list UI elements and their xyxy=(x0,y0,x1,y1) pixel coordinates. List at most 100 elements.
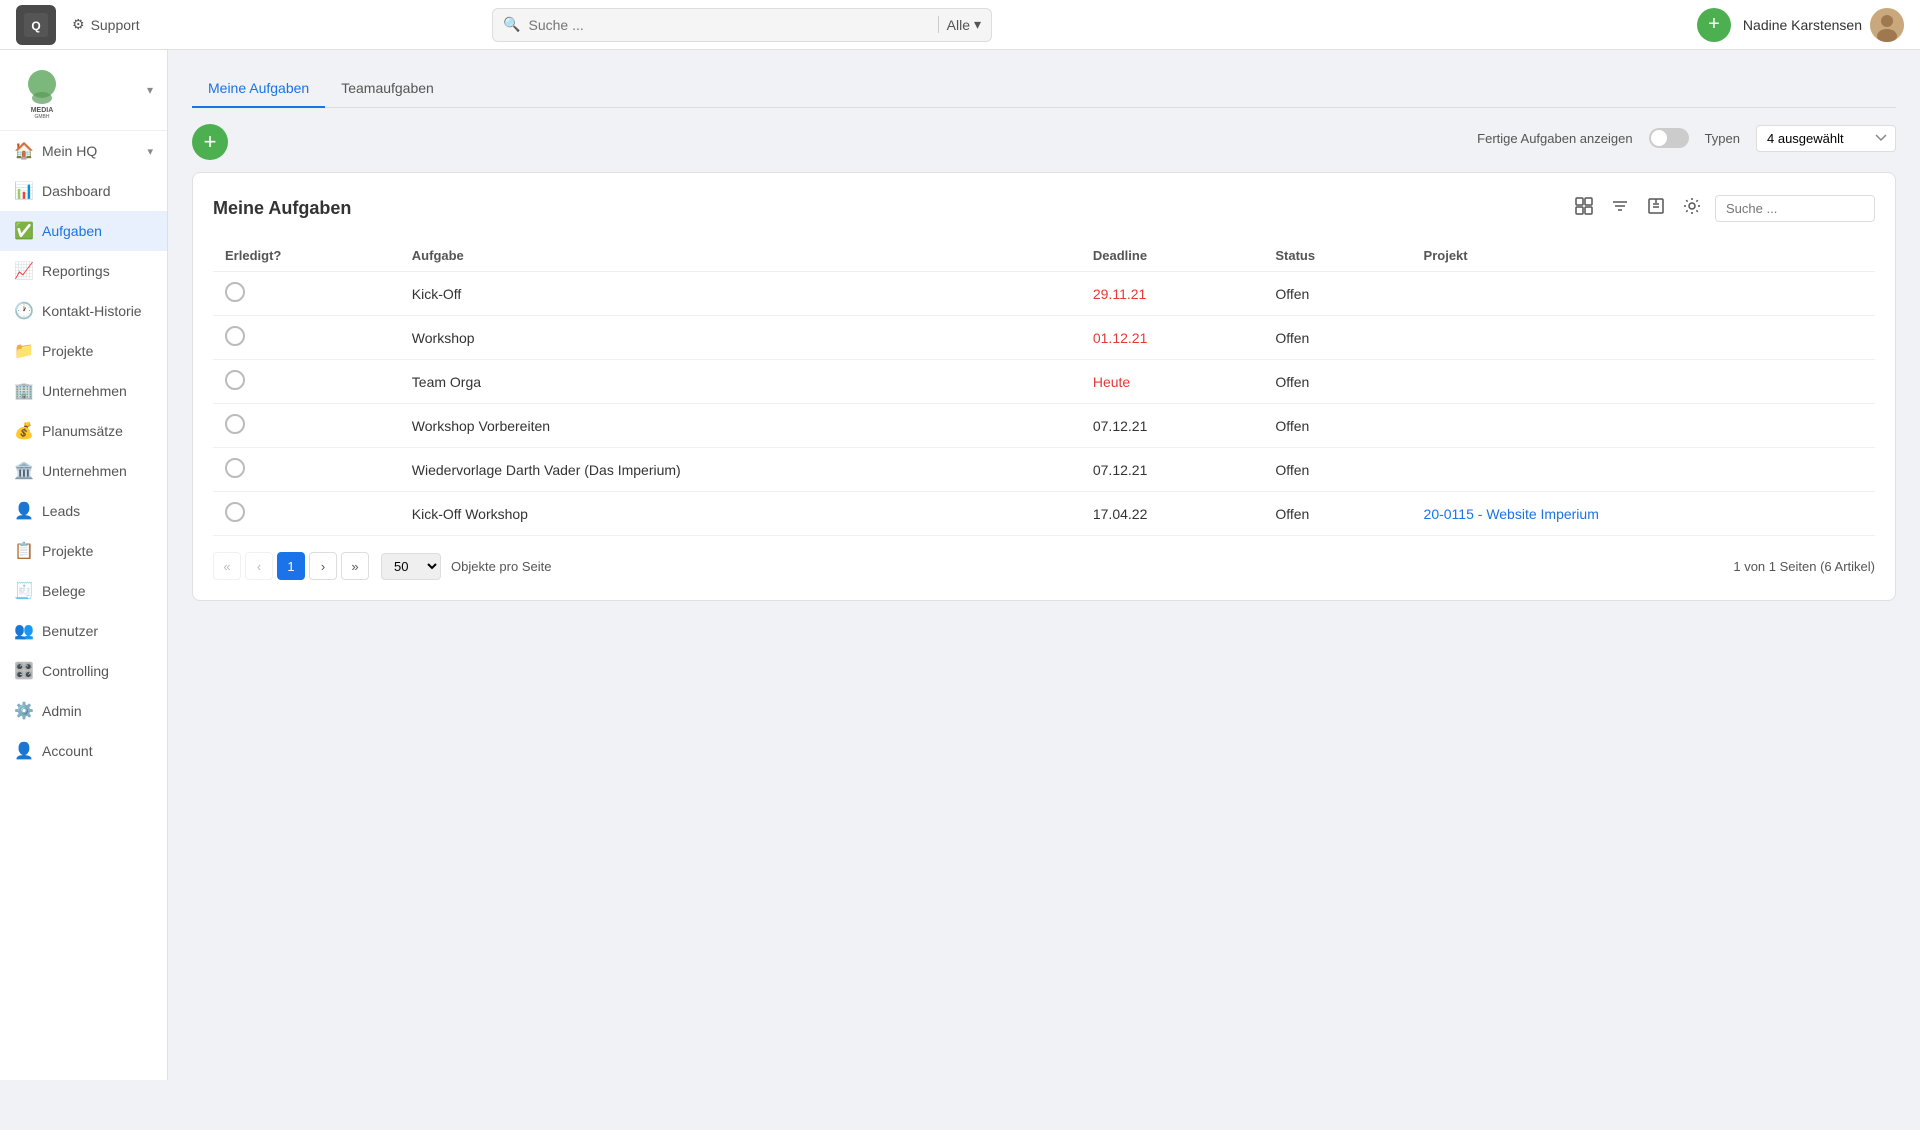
user-info[interactable]: Nadine Karstensen xyxy=(1743,8,1904,42)
next-page-button[interactable]: › xyxy=(309,552,337,580)
task-name: Workshop Vorbereiten xyxy=(400,404,1081,448)
sidebar-item-dashboard[interactable]: 📊 Dashboard xyxy=(0,171,167,211)
sidebar-item-label: Dashboard xyxy=(42,183,111,199)
chevron-down-icon: ▾ xyxy=(974,16,981,33)
app-logo[interactable]: Q xyxy=(16,5,56,45)
task-name: Kick-Off Workshop xyxy=(400,492,1081,536)
toggle-switch[interactable] xyxy=(1649,128,1689,148)
page-size-select[interactable]: 50 10 25 100 xyxy=(381,553,441,580)
search-filter-label: Alle xyxy=(947,17,970,33)
task-project xyxy=(1412,316,1875,360)
task-deadline: 07.12.21 xyxy=(1081,404,1264,448)
filter-button[interactable] xyxy=(1607,193,1633,224)
user-name: Nadine Karstensen xyxy=(1743,17,1862,33)
sidebar-expand-icon[interactable]: ▾ xyxy=(147,83,153,97)
toggle-label: Fertige Aufgaben anzeigen xyxy=(1477,131,1632,146)
admin-icon: ⚙️ xyxy=(14,701,32,721)
tab-meine-aufgaben[interactable]: Meine Aufgaben xyxy=(192,70,325,108)
support-icon: ⚙ xyxy=(72,16,85,33)
sidebar-item-benutzer[interactable]: 👥 Benutzer xyxy=(0,611,167,651)
table-container: Meine Aufgaben xyxy=(192,172,1896,601)
sidebar-item-belege[interactable]: 🧾 Belege xyxy=(0,571,167,611)
sidebar-item-label: Admin xyxy=(42,703,82,719)
sidebar-item-kontakt-historie[interactable]: 🕐 Kontakt-Historie xyxy=(0,291,167,331)
last-page-button[interactable]: » xyxy=(341,552,369,580)
task-project-link[interactable]: 20-0115 - Website Imperium xyxy=(1424,506,1599,522)
global-add-button[interactable]: + xyxy=(1697,8,1731,42)
task-done-checkbox[interactable] xyxy=(225,326,245,346)
controlling-icon: 🎛️ xyxy=(14,661,32,681)
table-row: Team OrgaHeuteOffen xyxy=(213,360,1875,404)
task-status: Offen xyxy=(1263,316,1411,360)
page-1-button[interactable]: 1 xyxy=(277,552,305,580)
sidebar-item-controlling[interactable]: 🎛️ Controlling xyxy=(0,651,167,691)
search-input[interactable] xyxy=(528,17,937,33)
search-bar: 🔍 Alle ▾ xyxy=(492,8,992,42)
task-deadline: 07.12.21 xyxy=(1081,448,1264,492)
settings-button[interactable] xyxy=(1679,193,1705,224)
table-search-input[interactable] xyxy=(1715,195,1875,222)
page-info: 1 von 1 Seiten (6 Artikel) xyxy=(1733,559,1875,574)
sidebar-item-label: Aufgaben xyxy=(42,223,102,239)
expand-icon: ▾ xyxy=(147,145,153,158)
topnav: Q ⚙ Support 🔍 Alle ▾ + Nadine Karstensen xyxy=(0,0,1920,50)
sidebar-item-label: Unternehmen xyxy=(42,383,127,399)
export-button[interactable] xyxy=(1643,193,1669,224)
sidebar-item-reportings[interactable]: 📈 Reportings xyxy=(0,251,167,291)
unternehmen-icon: 🏢 xyxy=(14,381,32,401)
first-page-button[interactable]: « xyxy=(213,552,241,580)
sidebar-item-projekte2[interactable]: 📋 Projekte xyxy=(0,531,167,571)
task-project xyxy=(1412,404,1875,448)
task-project xyxy=(1412,448,1875,492)
sidebar: MEDIA GMBH ▾ 🏠 Mein HQ ▾ 📊 Dashboard ✅ A… xyxy=(0,50,168,1080)
task-project: 20-0115 - Website Imperium xyxy=(1412,492,1875,536)
task-status: Offen xyxy=(1263,448,1411,492)
reportings-icon: 📈 xyxy=(14,261,32,281)
sidebar-item-label: Projekte xyxy=(42,343,93,359)
task-done-checkbox[interactable] xyxy=(225,502,245,522)
svg-text:MEDIA: MEDIA xyxy=(31,107,54,114)
table-header: Erledigt? Aufgabe Deadline Status Projek… xyxy=(213,240,1875,272)
sidebar-item-mein-hq[interactable]: 🏠 Mein HQ ▾ xyxy=(0,131,167,171)
sidebar-item-unternehmen2[interactable]: 🏛️ Unternehmen xyxy=(0,451,167,491)
main-content: Meine Aufgaben Teamaufgaben + Fertige Au… xyxy=(168,50,1920,1080)
sidebar-item-label: Projekte xyxy=(42,543,93,559)
sidebar-item-label: Planumsätze xyxy=(42,423,123,439)
search-filter-dropdown[interactable]: Alle ▾ xyxy=(938,16,981,33)
sidebar-item-unternehmen[interactable]: 🏢 Unternehmen xyxy=(0,371,167,411)
task-done-checkbox[interactable] xyxy=(225,370,245,390)
sidebar-item-aufgaben[interactable]: ✅ Aufgaben xyxy=(0,211,167,251)
types-select[interactable]: 4 ausgewählt xyxy=(1756,125,1896,152)
add-task-button[interactable]: + xyxy=(192,124,228,160)
support-nav[interactable]: ⚙ Support xyxy=(72,16,140,33)
kontakt-icon: 🕐 xyxy=(14,301,32,321)
objects-per-page-label: Objekte pro Seite xyxy=(451,559,551,574)
prev-page-button[interactable]: ‹ xyxy=(245,552,273,580)
table-row: Kick-Off Workshop17.04.22Offen20-0115 - … xyxy=(213,492,1875,536)
sidebar-item-projekte[interactable]: 📁 Projekte xyxy=(0,331,167,371)
support-label: Support xyxy=(91,17,140,33)
sidebar-item-label: Leads xyxy=(42,503,80,519)
view-toggle-button[interactable] xyxy=(1571,193,1597,224)
planumsatze-icon: 💰 xyxy=(14,421,32,441)
top-controls: Fertige Aufgaben anzeigen Typen 4 ausgew… xyxy=(1477,125,1896,152)
topnav-right: + Nadine Karstensen xyxy=(1697,8,1904,42)
sidebar-item-label: Benutzer xyxy=(42,623,98,639)
task-status: Offen xyxy=(1263,492,1411,536)
projekte-icon: 📁 xyxy=(14,341,32,361)
table-row: Workshop01.12.21Offen xyxy=(213,316,1875,360)
col-erledigt: Erledigt? xyxy=(213,240,400,272)
leads-icon: 👤 xyxy=(14,501,32,521)
tab-teamaufgaben[interactable]: Teamaufgaben xyxy=(325,70,450,108)
company-logo: MEDIA GMBH xyxy=(14,62,70,118)
sidebar-item-leads[interactable]: 👤 Leads xyxy=(0,491,167,531)
sidebar-item-admin[interactable]: ⚙️ Admin xyxy=(0,691,167,731)
task-done-checkbox[interactable] xyxy=(225,458,245,478)
task-project xyxy=(1412,272,1875,316)
task-status: Offen xyxy=(1263,360,1411,404)
sidebar-item-account[interactable]: 👤 Account xyxy=(0,731,167,771)
task-done-checkbox[interactable] xyxy=(225,282,245,302)
sidebar-item-label: Reportings xyxy=(42,263,110,279)
sidebar-item-planumsatze[interactable]: 💰 Planumsätze xyxy=(0,411,167,451)
task-done-checkbox[interactable] xyxy=(225,414,245,434)
